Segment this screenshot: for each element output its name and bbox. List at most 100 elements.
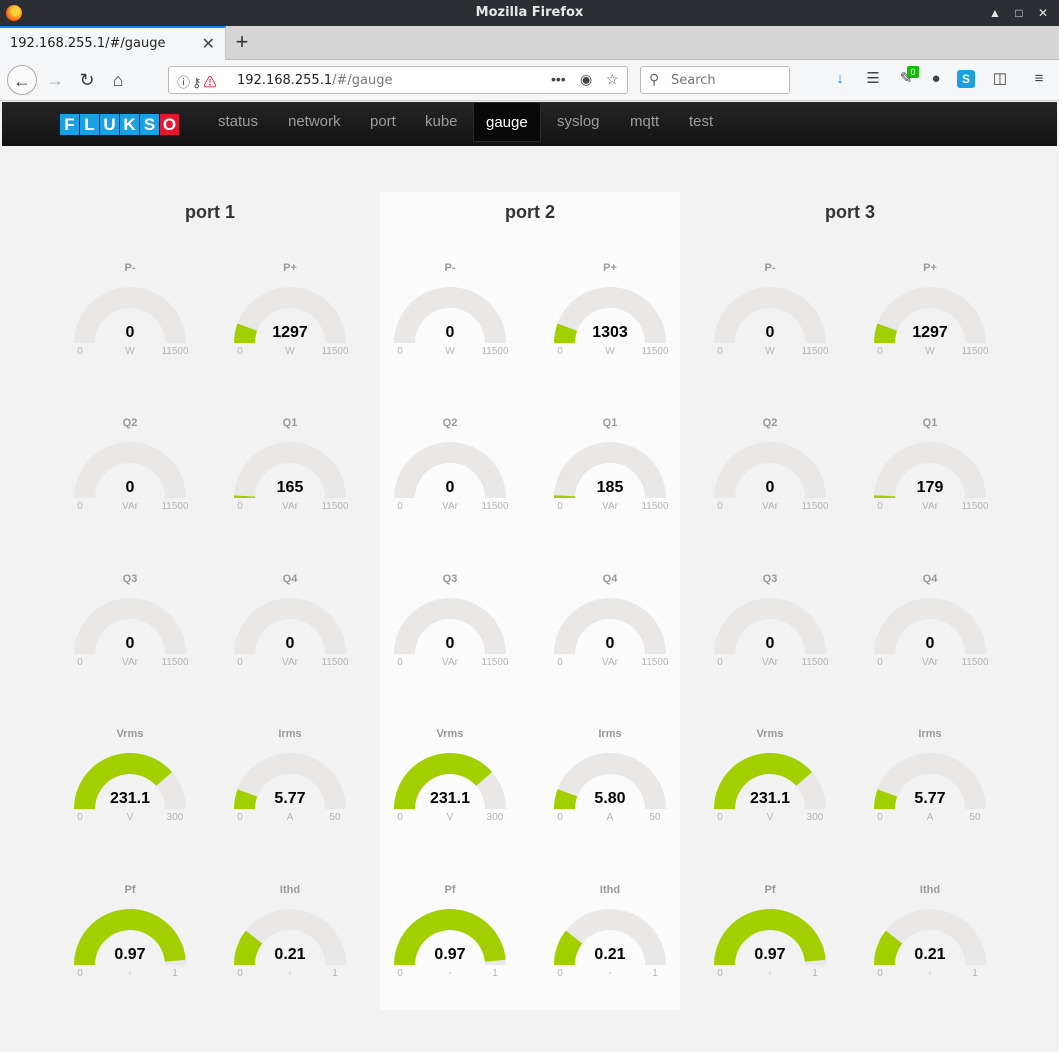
gauge-value: 185 — [596, 479, 624, 496]
search-bar[interactable]: ⚲ Search — [640, 66, 790, 94]
gauge-max: 1 — [652, 968, 658, 979]
gauge-label: Q2 — [442, 417, 458, 429]
gauge-label: Irms — [918, 728, 942, 740]
gauge-value: 0 — [445, 324, 455, 341]
logo-letter: S — [140, 114, 159, 135]
url-text[interactable]: 192.168.255.1/#/gauge — [237, 73, 392, 88]
gauge-p-port-2: P+ 1303 0 W 11500 — [550, 250, 700, 380]
menu-icon[interactable]: ≡ — [1028, 68, 1050, 90]
gauge-label: Ithd — [279, 884, 301, 896]
logo-letter: L — [80, 114, 99, 135]
gauge-value: 0.21 — [914, 946, 946, 963]
browser-tab[interactable]: 192.168.255.1/#/gauge ✕ — [0, 26, 226, 60]
gauge-value: 0.21 — [274, 946, 306, 963]
nav-kube[interactable]: kube — [413, 102, 470, 142]
gauge-q2-port-1: Q2 0 0 VAr 11500 — [70, 405, 220, 535]
library-icon[interactable]: ☰ — [862, 68, 884, 90]
gauge-value: 165 — [276, 479, 304, 496]
gauge-q4-port-3: Q4 0 0 VAr 11500 — [870, 561, 1020, 691]
gauge-value: 0.97 — [114, 946, 146, 963]
gauge-label: Q2 — [122, 417, 138, 429]
window-title: Mozilla Firefox — [475, 5, 584, 20]
search-icon: ⚲ — [649, 71, 660, 87]
gauge-max: 11500 — [161, 346, 189, 357]
gauge-irms-port-3: Irms 5.77 0 A 50 — [870, 716, 1020, 846]
gauge-value: 5.77 — [274, 790, 306, 807]
flukso-logo[interactable]: F L U K S O — [60, 114, 179, 136]
s-extension-icon[interactable]: S — [957, 70, 975, 88]
reload-button[interactable]: ↻ — [72, 65, 102, 95]
gauge-ithd-port-1: Ithd 0.21 0-1 — [230, 872, 380, 1002]
downloads-icon[interactable]: ↓ — [829, 68, 851, 90]
nav-port[interactable]: port — [358, 102, 408, 142]
home-button[interactable]: ⌂ — [103, 65, 133, 95]
nav-network[interactable]: network — [276, 102, 353, 142]
gauge-max: 11500 — [961, 501, 989, 512]
gauge-q2-port-2: Q2 0 0 VAr 11500 — [390, 405, 540, 535]
forward-button[interactable]: → — [40, 65, 70, 95]
port-1-title: port 1 — [184, 202, 235, 222]
nav-status[interactable]: status — [206, 102, 270, 142]
pocket-icon[interactable]: ◉ — [580, 71, 592, 88]
gauge-value: 1303 — [592, 324, 628, 341]
nav-test[interactable]: test — [677, 102, 725, 142]
gauge-value: 231.1 — [749, 790, 791, 807]
new-tab-button[interactable]: + — [231, 28, 253, 56]
url-bar[interactable]: ⓘ⚷⚠ 192.168.255.1/#/gauge ••• ◉ ☆ — [168, 66, 628, 94]
maximize-icon[interactable]: □ — [1009, 3, 1029, 23]
gauge-irms-port-2: Irms 5.80 0 A 50 — [550, 716, 700, 846]
gauge-value: 5.77 — [914, 790, 946, 807]
nav-mqtt[interactable]: mqtt — [618, 102, 671, 142]
minimize-icon[interactable]: ▲ — [985, 3, 1005, 23]
gauge-vrms-port-2: Vrms 231.1 0 V 300 — [390, 716, 540, 846]
gauge-q1-port-3: Q1 179 0 VAr 11500 — [870, 405, 1020, 535]
gauge-label: Q1 — [282, 417, 298, 429]
gauge-value: 0.97 — [754, 946, 786, 963]
gauge-q4-port-1: Q4 0 0 VAr 11500 — [230, 561, 380, 691]
page-actions-icon[interactable]: ••• — [551, 71, 566, 87]
gauge-label: P+ — [923, 262, 937, 274]
bookmark-star-icon[interactable]: ☆ — [606, 71, 619, 88]
back-button[interactable]: ← — [7, 65, 37, 95]
sidebar-icon[interactable]: ◫ — [989, 68, 1011, 90]
logo-letter: F — [60, 114, 79, 135]
nav-gauge[interactable]: gauge — [473, 102, 541, 142]
port-3-title: port 3 — [824, 202, 875, 222]
gauge-q1-port-2: Q1 185 0 VAr 11500 — [550, 405, 700, 535]
gauge-value: 0 — [125, 324, 135, 341]
gauge-vrms-port-3: Vrms 231.1 0 V 300 — [710, 716, 860, 846]
gauge-value: 1297 — [912, 324, 948, 341]
gauge-label: Vrms — [116, 728, 144, 740]
gauge-max: 300 — [486, 812, 504, 823]
tab-close-icon[interactable]: ✕ — [202, 34, 215, 54]
gauge-max: 1 — [332, 968, 338, 979]
logo-letter: O — [160, 114, 179, 135]
gauge-max: 50 — [329, 812, 341, 823]
nav-syslog[interactable]: syslog — [545, 102, 612, 142]
gauge-label: Ithd — [919, 884, 941, 896]
gauge-p-port-3: P+ 1297 0 W 11500 — [870, 250, 1020, 380]
gauge-max: 1 — [972, 968, 978, 979]
insecure-login-icon: ⚠ — [203, 75, 219, 90]
globe-extension-icon[interactable]: ● — [925, 68, 947, 90]
gauge-value: 0 — [445, 479, 455, 496]
extension-badge: 0 — [907, 66, 919, 78]
gauge-label: Vrms — [756, 728, 784, 740]
gauge-label: Pf — [444, 884, 456, 896]
site-info-icon[interactable]: ⓘ⚷⚠ — [177, 72, 219, 91]
gauge-label: Q3 — [762, 573, 778, 585]
tab-title: 192.168.255.1/#/gauge — [10, 36, 166, 51]
gauge-label: Q2 — [762, 417, 778, 429]
gauge-q3-port-3: Q3 0 0 VAr 11500 — [710, 561, 860, 691]
gauge-value: 0 — [285, 635, 295, 652]
gauge-value: 0 — [125, 479, 135, 496]
gauge-max: 50 — [649, 812, 661, 823]
gauge-max: 11500 — [481, 501, 509, 512]
gauge-value: 0 — [605, 635, 615, 652]
app-navbar: F L U K S O status network port kube gau… — [2, 102, 1057, 146]
gauge-max: 11500 — [321, 657, 349, 668]
gauge-max: 300 — [806, 812, 824, 823]
close-window-icon[interactable]: ✕ — [1033, 3, 1053, 23]
gauge-p-port-3: P- 0 0 W 11500 — [710, 250, 860, 380]
gauge-max: 11500 — [641, 501, 669, 512]
